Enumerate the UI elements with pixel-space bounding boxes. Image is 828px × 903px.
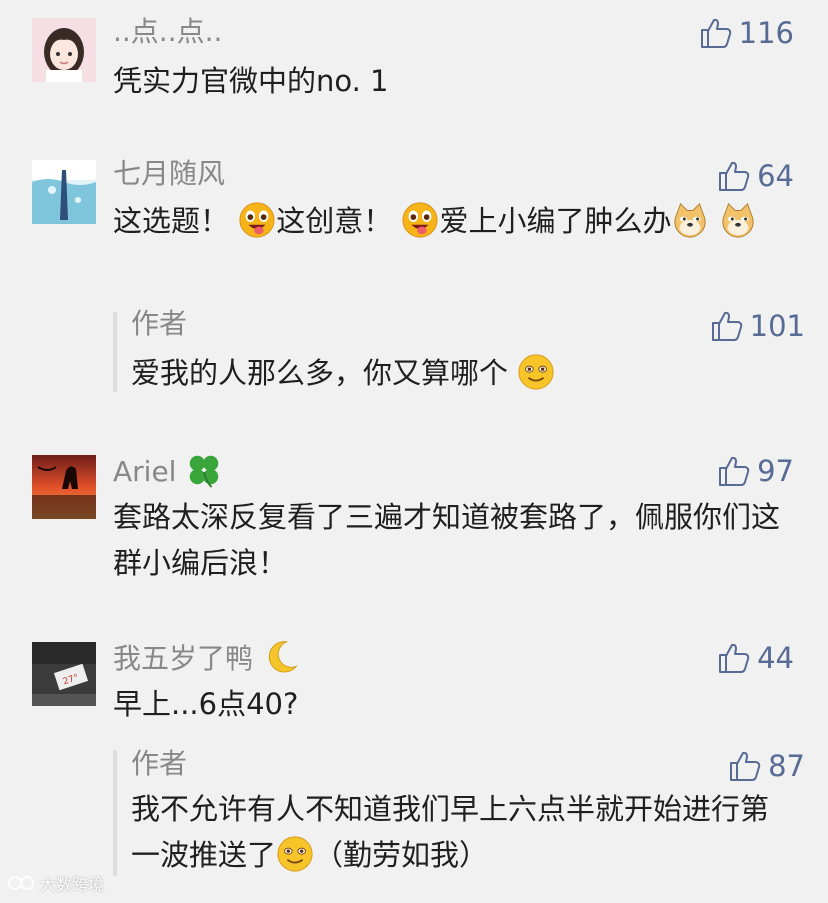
avatar[interactable] [32,18,96,82]
watermark: 大数跨境 [8,871,104,895]
like-button[interactable]: 101 [710,306,805,346]
like-count: 44 [757,641,794,675]
thumbs-up-icon [719,161,750,191]
smile-emoji-icon [277,836,313,872]
comment-author[interactable]: 我五岁了鸭 [113,638,300,677]
comment-author[interactable]: ..点..点.. [113,14,222,50]
like-count: 87 [768,749,805,783]
comment-author[interactable]: 七月随风 [113,156,225,192]
clover-icon [190,455,219,488]
tongue-out-emoji-icon [402,202,439,238]
doge-emoji-icon [674,202,707,238]
reply-text: 我不允许有人不知道我们早上六点半就开始进行第一波推送了 （勤劳如我） [131,792,770,872]
reply-author: 作者 [131,307,188,340]
like-button[interactable]: 64 [717,156,794,196]
author-reply: 作者 87 我不允许有人不知道我们早上六点半就开始进行第一波推送了 （勤劳如我） [113,747,807,876]
thumbs-up-icon [700,18,731,48]
comment-text: 早上...6点40? [113,687,299,721]
like-button[interactable]: 116 [699,13,794,53]
reply-text: 爱我的人那么多，你又算哪个 [131,350,791,396]
comment-text: 凭实力官微中的no. 1 [113,64,389,98]
thumbs-up-icon [719,456,750,486]
like-button[interactable]: 44 [717,638,794,678]
like-count: 64 [757,159,794,193]
comment-author[interactable]: Ariel [113,451,223,490]
reply-author: 作者 [131,747,188,780]
thumbs-up-icon [711,311,742,341]
thumbs-up-icon [730,751,761,781]
avatar[interactable] [32,160,96,224]
smile-emoji-icon [518,354,554,390]
like-button[interactable]: 97 [717,451,794,491]
avatar[interactable] [32,455,96,519]
like-count: 116 [738,16,794,50]
comment-text: 这选题！ 这创意！ 爱上小编了肿么办 [113,198,803,244]
thumbs-up-icon [719,643,750,673]
like-button[interactable]: 87 [728,746,805,786]
doge-emoji-icon [722,202,754,238]
tongue-out-emoji-icon [239,202,275,238]
like-count: 101 [749,309,805,343]
watermark-logo-icon [8,876,34,890]
like-count: 97 [757,454,794,488]
author-reply: 作者 101 爱我的人那么多，你又算哪个 [113,307,807,392]
comment-text: 套路太深反复看了三遍才知道被套路了，佩服你们这群小编后浪！ [113,500,781,580]
moon-icon [268,641,298,673]
avatar[interactable]: 27° [32,642,96,706]
